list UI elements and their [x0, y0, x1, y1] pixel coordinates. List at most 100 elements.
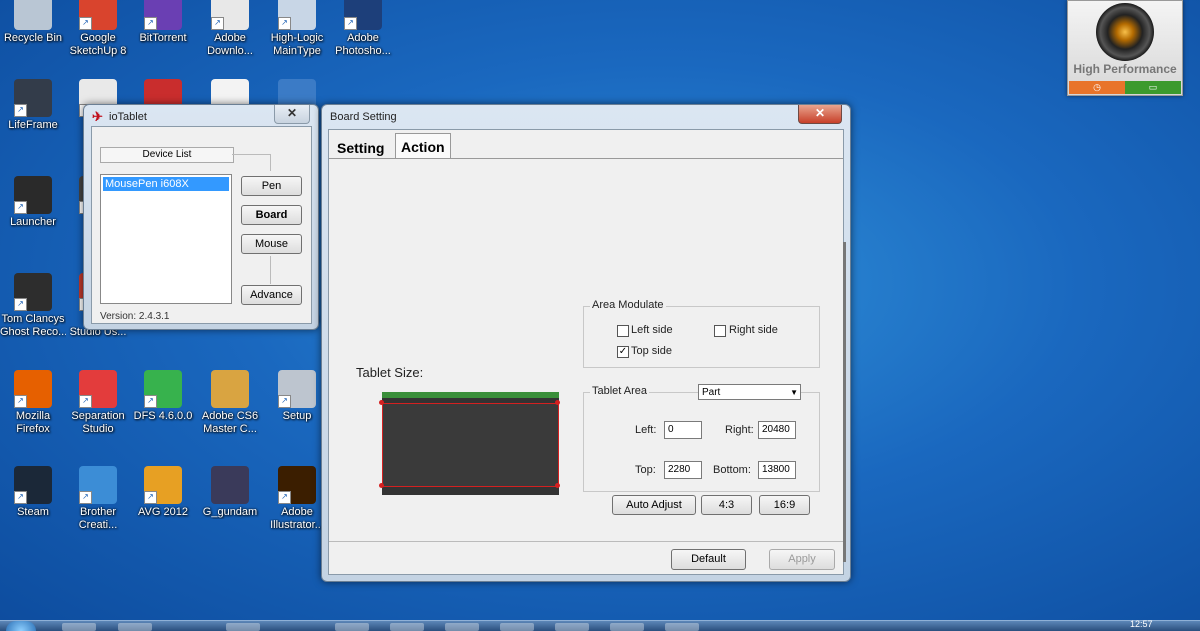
resize-handle[interactable] — [555, 400, 560, 405]
resize-handle[interactable] — [379, 483, 384, 488]
list-item[interactable]: MousePen i608X — [103, 177, 229, 191]
left-label: Left: — [635, 424, 657, 436]
iotablet-logo-icon: ✈ — [92, 109, 103, 124]
shortcut-arrow-icon: ↗ — [79, 491, 92, 504]
icon-label: Downlo... — [207, 45, 253, 57]
icon-label: Recycle Bin — [3, 32, 63, 44]
icon-label: BitTorrent — [139, 32, 187, 44]
icon-label: Studio — [82, 423, 114, 435]
shortcut-arrow-icon: ↗ — [144, 395, 157, 408]
checkbox-label: Left side — [631, 324, 673, 336]
tab-strip-line — [329, 158, 843, 159]
top-label: Top: — [635, 464, 656, 476]
right-label: Right: — [725, 424, 754, 436]
app-icon — [211, 466, 249, 504]
ratio-4-3-button[interactable]: 4:3 — [701, 495, 752, 515]
app-icon: ↗ — [14, 79, 52, 117]
close-button[interactable]: ✕ — [798, 105, 842, 124]
shortcut-arrow-icon: ↗ — [278, 17, 291, 30]
desktop-icon[interactable]: ↗ High-Logic MainType — [264, 0, 330, 58]
icon-label: Adobe CS6 — [201, 410, 259, 422]
shortcut-arrow-icon: ↗ — [144, 491, 157, 504]
desktop-icon[interactable]: Recycle Bin — [0, 0, 66, 45]
shortcut-arrow-icon: ↗ — [278, 491, 291, 504]
area-mode-select[interactable]: Part ▼ — [698, 384, 801, 400]
board-setting-window: Board Setting ✕ Setting Action Tablet Si… — [321, 104, 851, 582]
default-button[interactable]: Default — [671, 549, 746, 570]
gadget-status-bar: ◷ ▭ — [1069, 81, 1181, 94]
desktop-icon[interactable]: ↗ LifeFrame — [0, 79, 66, 132]
desktop-icon[interactable]: ↗ AVG 2012 — [130, 466, 196, 519]
desktop-icon[interactable]: ↗ Adobe Photosho... — [330, 0, 396, 58]
power-orange-icon[interactable]: ◷ — [1069, 81, 1125, 94]
app-icon — [14, 0, 52, 30]
desktop-icon[interactable]: ↗ Mozilla Firefox — [0, 370, 66, 436]
bottom-input[interactable]: 13800 — [758, 461, 796, 479]
icon-label: AVG 2012 — [138, 506, 188, 518]
app-icon: ↗ — [144, 370, 182, 408]
desktop-icon[interactable]: ↗ Brother Creati... — [65, 466, 131, 532]
connector-line — [232, 154, 271, 171]
left-input[interactable]: 0 — [664, 421, 702, 439]
device-list-header: Device List — [100, 147, 234, 163]
shortcut-arrow-icon: ↗ — [344, 17, 357, 30]
desktop-icon[interactable]: ↗ Separation Studio — [65, 370, 131, 436]
board-button[interactable]: Board — [241, 205, 302, 225]
desktop-icon[interactable]: ↗ Google SketchUp 8 — [65, 0, 131, 58]
icon-label: High-Logic — [270, 32, 324, 44]
iotablet-client: Device List MousePen i608X Pen Board Mou… — [91, 126, 312, 324]
advance-button[interactable]: Advance — [241, 285, 302, 305]
app-icon: ↗ — [144, 466, 182, 504]
active-area[interactable] — [382, 403, 559, 487]
checkbox-label: Right side — [729, 324, 778, 336]
tablet-area-group: Tablet Area Part ▼ Left: 0 Right: 20480 … — [583, 384, 820, 492]
desktop-icon[interactable]: ↗ Adobe Downlo... — [197, 0, 263, 58]
app-icon: ↗ — [14, 176, 52, 214]
desktop-icon[interactable]: ↗ DFS 4.6.0.0 — [130, 370, 196, 423]
close-button[interactable]: ✕ — [274, 105, 310, 124]
tablet-top-strip — [382, 392, 559, 398]
checkbox-label: Top side — [631, 345, 672, 357]
desktop-icon[interactable]: ↗ Steam — [0, 466, 66, 519]
scrollbar-edge — [843, 242, 846, 562]
performance-gadget[interactable]: High Performance ◷ ▭ — [1067, 0, 1183, 96]
select-value: Part — [702, 387, 721, 398]
tab-setting[interactable]: Setting — [333, 136, 388, 158]
camera-lens-icon — [1096, 3, 1154, 61]
right-side-checkbox[interactable] — [714, 325, 726, 337]
desktop-icon[interactable]: ↗ Tom Clancys Ghost Reco... — [0, 273, 66, 339]
icon-label: Adobe — [347, 32, 379, 44]
app-icon: ↗ — [14, 273, 52, 311]
desktop-icon[interactable]: ↗ Launcher — [0, 176, 66, 229]
desktop-icon[interactable]: Adobe CS6 Master C... — [197, 370, 263, 436]
icon-label: Tom Clancys — [1, 313, 65, 325]
auto-adjust-button[interactable]: Auto Adjust — [612, 495, 696, 515]
desktop-icon[interactable]: ↗ BitTorrent — [130, 0, 196, 45]
pen-button[interactable]: Pen — [241, 176, 302, 196]
icon-label: MainType — [273, 45, 321, 57]
ratio-16-9-button[interactable]: 16:9 — [759, 495, 810, 515]
shortcut-arrow-icon: ↗ — [14, 298, 27, 311]
app-icon: ↗ — [79, 370, 117, 408]
mouse-button[interactable]: Mouse — [241, 234, 302, 254]
icon-label: Creati... — [78, 519, 118, 531]
resize-handle[interactable] — [379, 400, 384, 405]
bottom-label: Bottom: — [713, 464, 751, 476]
battery-green-icon[interactable]: ▭ — [1125, 81, 1181, 94]
resize-handle[interactable] — [555, 483, 560, 488]
clock[interactable]: 12:57 — [1130, 619, 1153, 629]
tab-action[interactable]: Action — [395, 133, 451, 159]
icon-label: Photosho... — [335, 45, 391, 57]
top-side-checkbox[interactable]: ✓ — [617, 346, 629, 358]
right-input[interactable]: 20480 — [758, 421, 796, 439]
left-side-checkbox[interactable] — [617, 325, 629, 337]
device-list[interactable]: MousePen i608X — [100, 174, 232, 304]
icon-label: G_gundam — [202, 506, 258, 518]
desktop-icon[interactable]: G_gundam — [197, 466, 263, 519]
top-input[interactable]: 2280 — [664, 461, 702, 479]
group-label: Area Modulate — [590, 299, 666, 311]
shortcut-arrow-icon: ↗ — [14, 201, 27, 214]
shortcut-arrow-icon: ↗ — [14, 395, 27, 408]
app-icon: ↗ — [278, 370, 316, 408]
icon-label: Master C... — [203, 423, 257, 435]
